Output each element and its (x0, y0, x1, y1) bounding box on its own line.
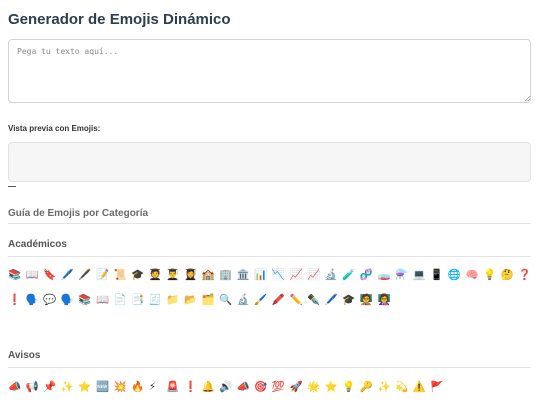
emoji-button[interactable]: ⚠️ (413, 380, 431, 405)
emoji-button[interactable]: 📝 (96, 268, 114, 293)
emoji-button[interactable]: ✒️ (307, 293, 325, 318)
emoji-button[interactable]: 💯 (272, 380, 290, 405)
emoji-button[interactable]: 🤔 (501, 268, 519, 293)
emoji-button[interactable]: 🧑‍🏫 (360, 293, 378, 318)
emoji-button[interactable]: 🔍 (219, 293, 237, 318)
emoji-button[interactable]: 👩‍🎓 (184, 268, 202, 293)
emoji-button[interactable]: 🎓 (342, 293, 360, 318)
emoji-button[interactable]: 🔔 (202, 380, 220, 405)
category-title-avisos: Avisos (8, 350, 41, 361)
emoji-button[interactable]: 🎯 (254, 380, 272, 405)
emoji-button[interactable]: ⭐ (325, 380, 343, 405)
emoji-button[interactable]: ❗ (8, 293, 26, 318)
emoji-button[interactable]: ⚡ (149, 380, 167, 405)
emoji-grid-avisos: 📣 📢 📌 ✨ ⭐ 🆕 💥 🔥 ⚡ 🚨 ❗ 🔔 🔊 📣 🎯 💯 🚀 🌟 ⭐ 💡 🔑 ✨ 💫 ⚠️ 🚩 (8, 380, 538, 405)
emoji-button[interactable]: 🗣️ (26, 293, 44, 318)
emoji-button[interactable]: 🖊️ (61, 268, 79, 293)
emoji-button[interactable]: 📣 (237, 380, 255, 405)
emoji-button[interactable]: 🔑 (360, 380, 378, 405)
emoji-button[interactable]: 📊 (254, 268, 272, 293)
emoji-button[interactable]: 🚩 (430, 380, 448, 405)
emoji-button[interactable]: 🖍️ (272, 293, 290, 318)
emoji-button[interactable]: 🌐 (448, 268, 466, 293)
emoji-button[interactable]: 🧠 (465, 268, 483, 293)
emoji-button[interactable]: ⚗️ (395, 268, 413, 293)
category-title-academicos: Académicos (8, 239, 67, 250)
emoji-button[interactable]: 🔊 (219, 380, 237, 405)
emoji-button[interactable]: 🗣️ (61, 293, 79, 318)
emoji-button[interactable]: 📖 (26, 268, 44, 293)
emoji-button[interactable]: ⭐ (78, 380, 96, 405)
emoji-button[interactable]: 🔖 (43, 268, 61, 293)
emoji-button[interactable]: 💡 (483, 268, 501, 293)
guide-divider (8, 223, 531, 224)
emoji-button[interactable]: 📜 (114, 268, 132, 293)
emoji-button[interactable]: 🧬 (360, 268, 378, 293)
emoji-button[interactable]: 💡 (342, 380, 360, 405)
emoji-button[interactable]: 🏢 (219, 268, 237, 293)
emoji-button[interactable]: 🆕 (96, 380, 114, 405)
preview-label: Vista previa con Emojis: (8, 124, 101, 133)
emoji-button[interactable]: 💫 (395, 380, 413, 405)
emoji-grid-academicos: 📚 📖 🔖 🖊️ 🖋️ 📝 📜 🎓 🧑‍🎓 👨‍🎓 👩‍🎓 🏫 🏢 🏛️ 📊 📉 📈 📈 🔬 🧪 🧬 🧫 ⚗️ 💻 📱 🌐 🧠 💡 🤔 ❓… (8, 268, 538, 318)
emoji-button[interactable]: 👩‍🏫 (377, 293, 395, 318)
emoji-button[interactable]: 📣 (8, 380, 26, 405)
category-divider (8, 256, 531, 257)
emoji-button[interactable]: 📉 (272, 268, 290, 293)
emoji-guide-title: Guía de Emojis por Categoría (8, 208, 149, 219)
emoji-button[interactable]: 📈 (290, 268, 308, 293)
emoji-button[interactable]: 📚 (8, 268, 26, 293)
emoji-button[interactable]: 💻 (413, 268, 431, 293)
emoji-button[interactable]: 🖊️ (325, 293, 343, 318)
emoji-button[interactable]: 📱 (430, 268, 448, 293)
emoji-button[interactable]: 📖 (96, 293, 114, 318)
emoji-button[interactable]: 🔬 (237, 293, 255, 318)
emoji-button[interactable]: 📂 (184, 293, 202, 318)
emoji-button[interactable]: 🔥 (131, 380, 149, 405)
emoji-generator-page: Generador de Emojis Dinámico Vista previ… (0, 0, 540, 405)
preview-divider (8, 186, 16, 187)
text-input[interactable] (8, 39, 531, 103)
emoji-button[interactable]: 📢 (26, 380, 44, 405)
emoji-button[interactable]: 🧪 (342, 268, 360, 293)
emoji-button[interactable]: 🏛️ (237, 268, 255, 293)
emoji-button[interactable]: ✨ (377, 380, 395, 405)
emoji-button[interactable]: 🗂️ (202, 293, 220, 318)
resize-grip-icon[interactable] (525, 96, 530, 101)
emoji-button[interactable]: 📁 (166, 293, 184, 318)
emoji-button[interactable]: 📑 (131, 293, 149, 318)
emoji-button[interactable]: 💬 (43, 293, 61, 318)
emoji-button[interactable]: 🧫 (377, 268, 395, 293)
emoji-button[interactable]: ✨ (61, 380, 79, 405)
emoji-button[interactable]: 📌 (43, 380, 61, 405)
category-divider (8, 367, 531, 368)
emoji-button[interactable]: 🧾 (149, 293, 167, 318)
emoji-button[interactable]: 🎓 (131, 268, 149, 293)
page-title: Generador de Emojis Dinámico (8, 11, 231, 28)
emoji-button[interactable]: 🖌️ (254, 293, 272, 318)
emoji-button[interactable]: 🧑‍🎓 (149, 268, 167, 293)
emoji-button[interactable]: 🏫 (202, 268, 220, 293)
emoji-button[interactable]: 🔬 (325, 268, 343, 293)
emoji-button[interactable]: ❓ (518, 268, 536, 293)
emoji-button[interactable]: 👨‍🎓 (166, 268, 184, 293)
emoji-button[interactable]: 🚨 (166, 380, 184, 405)
emoji-button[interactable]: ✏️ (290, 293, 308, 318)
emoji-button[interactable]: ❗ (184, 380, 202, 405)
emoji-button[interactable]: 💥 (114, 380, 132, 405)
emoji-button[interactable]: 📄 (114, 293, 132, 318)
emoji-button[interactable]: 📚 (78, 293, 96, 318)
emoji-button[interactable]: 🚀 (290, 380, 308, 405)
emoji-button[interactable]: 🌟 (307, 380, 325, 405)
emoji-preview-output (8, 142, 531, 182)
emoji-button[interactable]: 🖋️ (78, 268, 96, 293)
emoji-button[interactable]: 📈 (307, 268, 325, 293)
